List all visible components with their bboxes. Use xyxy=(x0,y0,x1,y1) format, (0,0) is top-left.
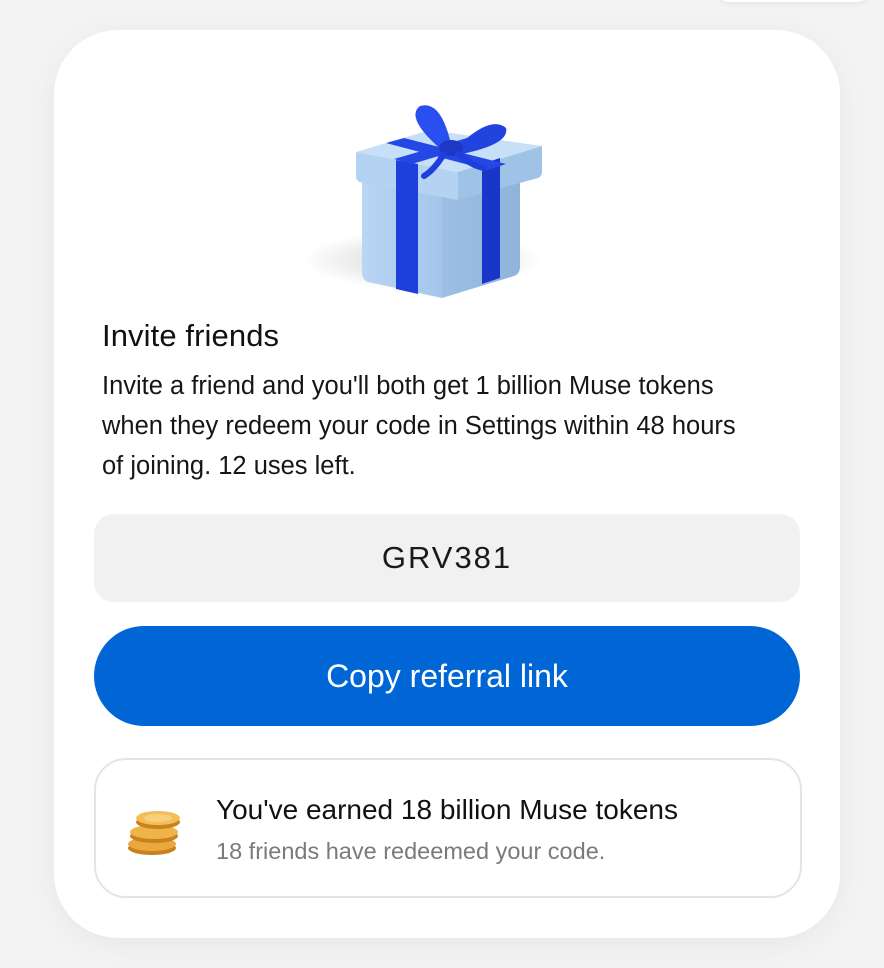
earned-title: You've earned 18 billion Muse tokens xyxy=(216,794,678,825)
invite-card: Invite friends Invite a friend and you'l… xyxy=(54,30,840,938)
earned-tokens-panel: You've earned 18 billion Muse tokens 18 … xyxy=(94,758,802,898)
invite-title: Invite friends xyxy=(102,318,280,353)
copy-referral-link-button[interactable]: Copy referral link xyxy=(94,626,800,726)
referral-code[interactable]: GRV381 xyxy=(94,514,800,602)
gift-box-icon xyxy=(244,60,624,300)
earned-subtitle: 18 friends have redeemed your code. xyxy=(216,838,606,864)
invite-description: Invite a friend and you'll both get 1 bi… xyxy=(102,372,736,480)
coin-stack-icon xyxy=(122,796,186,860)
top-pill xyxy=(718,0,868,2)
